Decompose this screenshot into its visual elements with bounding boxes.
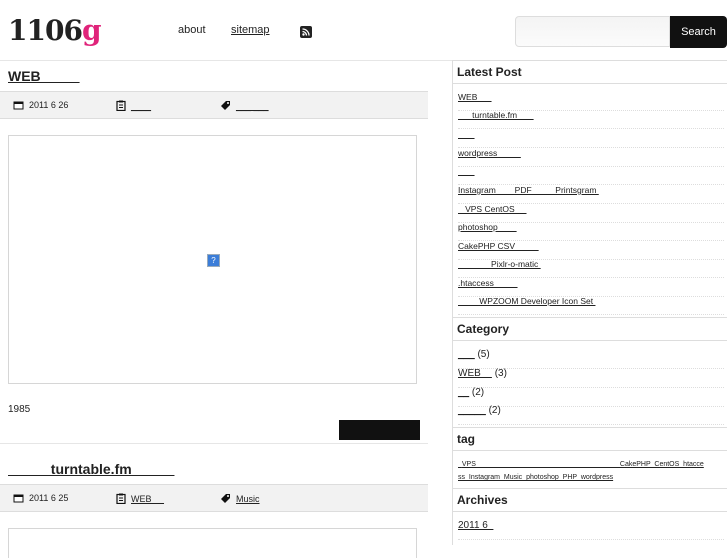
- latest-post-item[interactable]: turntable.fm: [458, 110, 724, 129]
- post-title[interactable]: turntable.fm: [8, 461, 174, 477]
- tag-cloud[interactable]: ss Instagram Music photoshop PHP wordpre…: [458, 471, 724, 484]
- category-item[interactable]: _____ (2): [458, 405, 724, 425]
- tag-cloud-line-1[interactable]: VPS __ ___ ___ ___ __ ___ __ __ __ CakeP…: [458, 461, 704, 468]
- category-heading: Category: [452, 317, 727, 341]
- logo-accent: g: [81, 14, 102, 47]
- post-category-link[interactable]: ____: [131, 101, 151, 111]
- post-meta: 2011 6 25 WEB Music: [0, 484, 428, 512]
- broken-image-icon: ?: [207, 254, 220, 267]
- latest-post-item[interactable]: WPZOOM Developer Icon Set: [458, 296, 724, 315]
- latest-post-item[interactable]: VPS CentOS: [458, 204, 724, 223]
- post-tags: ___ ___: [220, 100, 269, 111]
- post-date: 2011 6 26: [13, 100, 68, 110]
- clipboard-icon: [116, 100, 126, 111]
- latest-post-heading: Latest Post: [452, 60, 727, 84]
- search-input[interactable]: [515, 16, 670, 47]
- post-tags-link[interactable]: ___ ___: [236, 101, 269, 111]
- category-item[interactable]: WEB (3): [458, 368, 724, 388]
- latest-post-item[interactable]: Instagram PDF Printsgram: [458, 185, 724, 204]
- archives-heading: Archives: [452, 488, 727, 512]
- latest-post-item[interactable]: [458, 166, 724, 185]
- post-divider: [0, 443, 428, 444]
- post-excerpt: 1985: [8, 404, 31, 415]
- post-category: WEB: [116, 493, 164, 504]
- latest-post-item[interactable]: .htaccess: [458, 278, 724, 297]
- tag-icon: [221, 101, 230, 110]
- post-category: ____: [116, 100, 151, 111]
- category-item[interactable]: __ (2): [458, 387, 724, 407]
- search-button[interactable]: Search: [670, 16, 727, 48]
- latest-post-item[interactable]: photoshop: [458, 222, 724, 241]
- read-more-button[interactable]: [339, 420, 420, 440]
- site-logo[interactable]: 1106g: [8, 14, 101, 47]
- latest-post-item[interactable]: WEB: [458, 92, 724, 111]
- tag-heading: tag: [452, 427, 727, 451]
- post-tags-link[interactable]: Music: [236, 494, 260, 504]
- rss-icon[interactable]: [300, 26, 312, 38]
- tag-cloud[interactable]: VPS __ ___ ___ ___ __ ___ __ __ __ CakeP…: [458, 458, 724, 471]
- latest-post-item[interactable]: Pixlr-o-matic: [458, 259, 724, 278]
- latest-post-item[interactable]: wordpress: [458, 148, 724, 167]
- category-item[interactable]: ___ (5): [458, 349, 724, 369]
- calendar-icon: [13, 101, 24, 110]
- post-date-text: 2011 6 25: [29, 493, 69, 503]
- latest-post-item[interactable]: CakePHP CSV: [458, 241, 724, 260]
- tag-cloud-line-2[interactable]: ss Instagram Music photoshop PHP wordpre…: [458, 474, 613, 481]
- calendar-icon: [13, 494, 24, 503]
- logo-main: 1106: [8, 14, 83, 47]
- tag-icon: [221, 494, 230, 503]
- sidebar-divider: [452, 60, 453, 545]
- nav-about[interactable]: about: [178, 24, 206, 36]
- latest-post-item[interactable]: [458, 129, 724, 148]
- clipboard-icon: [116, 493, 126, 504]
- post-tags: Music: [220, 493, 260, 504]
- post-title[interactable]: WEB: [8, 68, 80, 84]
- post-date: 2011 6 25: [13, 493, 68, 503]
- nav-sitemap[interactable]: sitemap: [231, 24, 270, 36]
- post-date-text: 2011 6 26: [29, 100, 69, 110]
- post-category-link[interactable]: WEB: [131, 494, 164, 504]
- archive-item[interactable]: 2011 6: [458, 520, 724, 540]
- post-meta: 2011 6 26 ____ ___ ___: [0, 91, 428, 119]
- post-image: [8, 528, 417, 558]
